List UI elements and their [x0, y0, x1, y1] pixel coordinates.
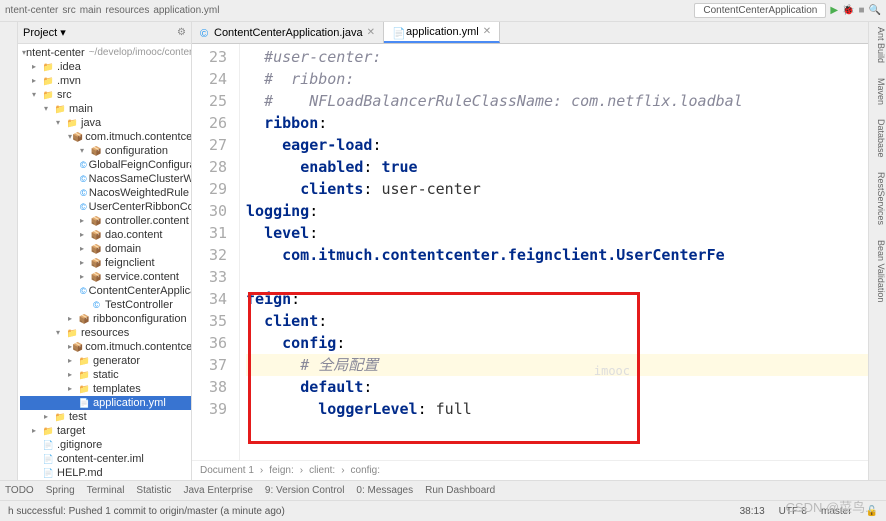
editor-body[interactable]: 2324252627282930313233343536373839 #user… — [192, 44, 868, 460]
debug-icon[interactable]: 🐞 — [842, 5, 854, 16]
top-toolbar: ntent-center src main resources applicat… — [0, 0, 886, 22]
right-tool-stripe[interactable]: Ant Build Maven Database RestServices Be… — [868, 22, 886, 480]
tree-item[interactable]: 📄HELP.md — [20, 466, 191, 480]
editor-tabs: © ContentCenterApplication.java ✕ 📄 appl… — [192, 22, 868, 44]
code-content[interactable]: #user-center: # ribbon: # NFLoadBalancer… — [240, 44, 868, 460]
tree-item[interactable]: ▸📦dao.content — [20, 228, 191, 242]
spring-tool[interactable]: Spring — [46, 485, 75, 496]
git-branch[interactable]: master — [821, 506, 852, 517]
caret-position[interactable]: 38:13 — [740, 506, 765, 517]
tree-item[interactable]: ▸📦service.content — [20, 270, 191, 284]
status-message: h successful: Pushed 1 commit to origin/… — [8, 506, 285, 517]
tree-item[interactable]: ▾📁src — [20, 88, 191, 102]
tree-item[interactable]: 📄content-center.iml — [20, 452, 191, 466]
tree-item[interactable]: ©NacosWeightedRule — [20, 186, 191, 200]
editor-area: © ContentCenterApplication.java ✕ 📄 appl… — [192, 22, 868, 480]
gear-icon[interactable]: ⚙ — [177, 27, 186, 38]
tree-item[interactable]: ▸📦controller.content — [20, 214, 191, 228]
tree-item[interactable]: ▸📁target — [20, 424, 191, 438]
rundash-tool[interactable]: Run Dashboard — [425, 485, 495, 496]
tree-item[interactable]: ©NacosSameClusterWeightedRule — [20, 172, 191, 186]
crumb-0[interactable]: ntent-center — [5, 5, 58, 16]
crumb-3[interactable]: resources — [105, 5, 149, 16]
encoding[interactable]: UTF-8 — [779, 506, 807, 517]
tree-item[interactable]: ▸📦domain — [20, 242, 191, 256]
tab-application-yml[interactable]: 📄 application.yml ✕ — [384, 22, 500, 43]
search-icon[interactable]: 🔍 — [869, 5, 881, 16]
project-header[interactable]: Project ▾ ⚙ — [18, 22, 191, 44]
close-icon[interactable]: ✕ — [483, 26, 491, 37]
tree-item[interactable]: ▾📁resources — [20, 326, 191, 340]
tree-item[interactable]: ▸📁generator — [20, 354, 191, 368]
tree-item[interactable]: ©GlobalFeignConfiguration — [20, 158, 191, 172]
tree-item[interactable]: ▾📁main — [20, 102, 191, 116]
java-icon: © — [200, 28, 210, 38]
project-header-label: Project — [23, 27, 57, 39]
lock-icon[interactable]: 🔓 — [866, 506, 878, 517]
statistic-tool[interactable]: Statistic — [136, 485, 171, 496]
status-bar: h successful: Pushed 1 commit to origin/… — [0, 500, 886, 521]
tree-item[interactable]: ▸📁static — [20, 368, 191, 382]
crumb-4[interactable]: application.yml — [153, 5, 219, 16]
close-icon[interactable]: ✕ — [367, 27, 375, 38]
tree-item[interactable]: ▸📦feignclient — [20, 256, 191, 270]
line-gutter: 2324252627282930313233343536373839 — [192, 44, 240, 460]
run-icon[interactable]: ▶ — [830, 5, 838, 16]
messages-tool[interactable]: 0: Messages — [356, 485, 413, 496]
editor-breadcrumb[interactable]: Document 1 › feign: › client: › config: — [192, 460, 868, 480]
stop-icon[interactable]: ■ — [859, 5, 865, 16]
tree-item[interactable]: ▸📁test — [20, 410, 191, 424]
tree-item[interactable]: ▸📦com.itmuch.contentcenter.dao.content — [20, 340, 191, 354]
project-root[interactable]: ▾ ntent-center ~/develop/imooc/content-c… — [20, 46, 191, 60]
tree-item[interactable]: ▾📦configuration — [20, 144, 191, 158]
tree-item[interactable]: ▸📁templates — [20, 382, 191, 396]
java-ee-tool[interactable]: Java Enterprise — [183, 485, 252, 496]
tree-item[interactable]: ©UserCenterRibbonConfiguration — [20, 200, 191, 214]
todo-tool[interactable]: TODO — [5, 485, 34, 496]
project-panel: Project ▾ ⚙ ▾ ntent-center ~/develop/imo… — [18, 22, 192, 480]
project-tree[interactable]: ▾ ntent-center ~/develop/imooc/content-c… — [18, 44, 191, 480]
tree-item[interactable]: 📄.gitignore — [20, 438, 191, 452]
bottom-toolbar: TODO Spring Terminal Statistic Java Ente… — [0, 480, 886, 500]
crumb-2[interactable]: main — [80, 5, 102, 16]
tab-contentcenter[interactable]: © ContentCenterApplication.java ✕ — [192, 22, 384, 43]
terminal-tool[interactable]: Terminal — [87, 485, 125, 496]
tree-item[interactable]: ©TestController — [20, 298, 191, 312]
tree-item[interactable]: ▾📁java — [20, 116, 191, 130]
tree-item[interactable]: ▾📦com.itmuch.contentcenter — [20, 130, 191, 144]
crumb-1[interactable]: src — [62, 5, 75, 16]
tree-item[interactable]: ©ContentCenterApplication — [20, 284, 191, 298]
run-config-dropdown[interactable]: ContentCenterApplication — [694, 3, 826, 18]
tree-item[interactable]: 📄application.yml — [20, 396, 191, 410]
tree-item[interactable]: ▸📁.mvn — [20, 74, 191, 88]
vcs-tool[interactable]: 9: Version Control — [265, 485, 345, 496]
tree-item[interactable]: ▸📁.idea — [20, 60, 191, 74]
yml-icon: 📄 — [392, 27, 402, 37]
tree-item[interactable]: ▸📦ribbonconfiguration — [20, 312, 191, 326]
left-tool-stripe[interactable] — [0, 22, 18, 480]
